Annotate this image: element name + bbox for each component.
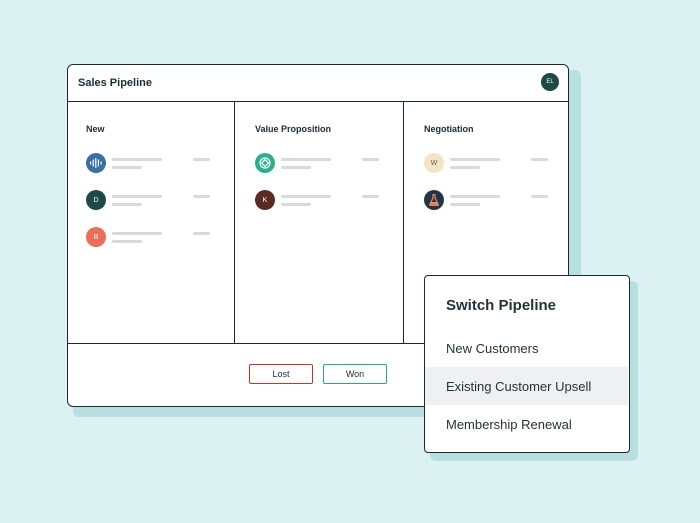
column-title: New bbox=[86, 124, 105, 134]
deal-card[interactable] bbox=[424, 190, 554, 212]
deal-name-placeholder bbox=[112, 195, 162, 198]
won-button[interactable]: Won bbox=[323, 364, 387, 384]
deal-card[interactable]: B bbox=[86, 227, 216, 249]
deal-name-placeholder bbox=[112, 232, 162, 235]
deal-detail-placeholder bbox=[112, 240, 142, 243]
deal-name-placeholder bbox=[112, 158, 162, 161]
switch-pipeline-menu: Switch Pipeline New Customers Existing C… bbox=[424, 275, 630, 453]
deal-card[interactable]: K bbox=[255, 190, 385, 212]
deal-card[interactable] bbox=[86, 153, 216, 175]
menu-item-membership-renewal[interactable]: Membership Renewal bbox=[425, 405, 628, 443]
deal-card[interactable]: W bbox=[424, 153, 554, 175]
menu-item-existing-customer-upsell[interactable]: Existing Customer Upsell bbox=[425, 367, 628, 405]
user-avatar[interactable]: EL bbox=[541, 73, 559, 91]
pipeline-column-value-proposition: Value Proposition K bbox=[235, 102, 404, 343]
deal-name-placeholder bbox=[281, 195, 331, 198]
deal-value-placeholder bbox=[531, 195, 548, 198]
deal-value-placeholder bbox=[531, 158, 548, 161]
column-title: Value Proposition bbox=[255, 124, 332, 134]
avatar: B bbox=[86, 227, 106, 247]
pipeline-column-new: New D B bbox=[68, 102, 235, 343]
menu-title: Switch Pipeline bbox=[446, 297, 557, 314]
deal-value-placeholder bbox=[193, 158, 210, 161]
avatar: D bbox=[86, 190, 106, 210]
deal-value-placeholder bbox=[362, 195, 379, 198]
deal-value-placeholder bbox=[362, 158, 379, 161]
avatar: W bbox=[424, 153, 444, 173]
deal-card[interactable] bbox=[255, 153, 385, 175]
deal-value-placeholder bbox=[193, 232, 210, 235]
deal-detail-placeholder bbox=[281, 203, 311, 206]
deal-detail-placeholder bbox=[450, 203, 480, 206]
deal-detail-placeholder bbox=[450, 166, 480, 169]
column-title: Negotiation bbox=[424, 124, 474, 134]
deal-detail-placeholder bbox=[281, 166, 311, 169]
deal-detail-placeholder bbox=[112, 166, 142, 169]
menu-item-new-customers[interactable]: New Customers bbox=[425, 329, 628, 367]
target-icon bbox=[255, 153, 275, 173]
avatar: K bbox=[255, 190, 275, 210]
waveform-icon bbox=[86, 153, 106, 173]
window-titlebar: Sales Pipeline EL bbox=[68, 65, 568, 102]
deal-name-placeholder bbox=[281, 158, 331, 161]
deal-detail-placeholder bbox=[112, 203, 142, 206]
deal-name-placeholder bbox=[450, 158, 500, 161]
page-title: Sales Pipeline bbox=[78, 77, 152, 89]
deal-value-placeholder bbox=[193, 195, 210, 198]
deal-name-placeholder bbox=[450, 195, 500, 198]
flask-icon bbox=[424, 190, 444, 210]
lost-button[interactable]: Lost bbox=[249, 364, 313, 384]
deal-card[interactable]: D bbox=[86, 190, 216, 212]
